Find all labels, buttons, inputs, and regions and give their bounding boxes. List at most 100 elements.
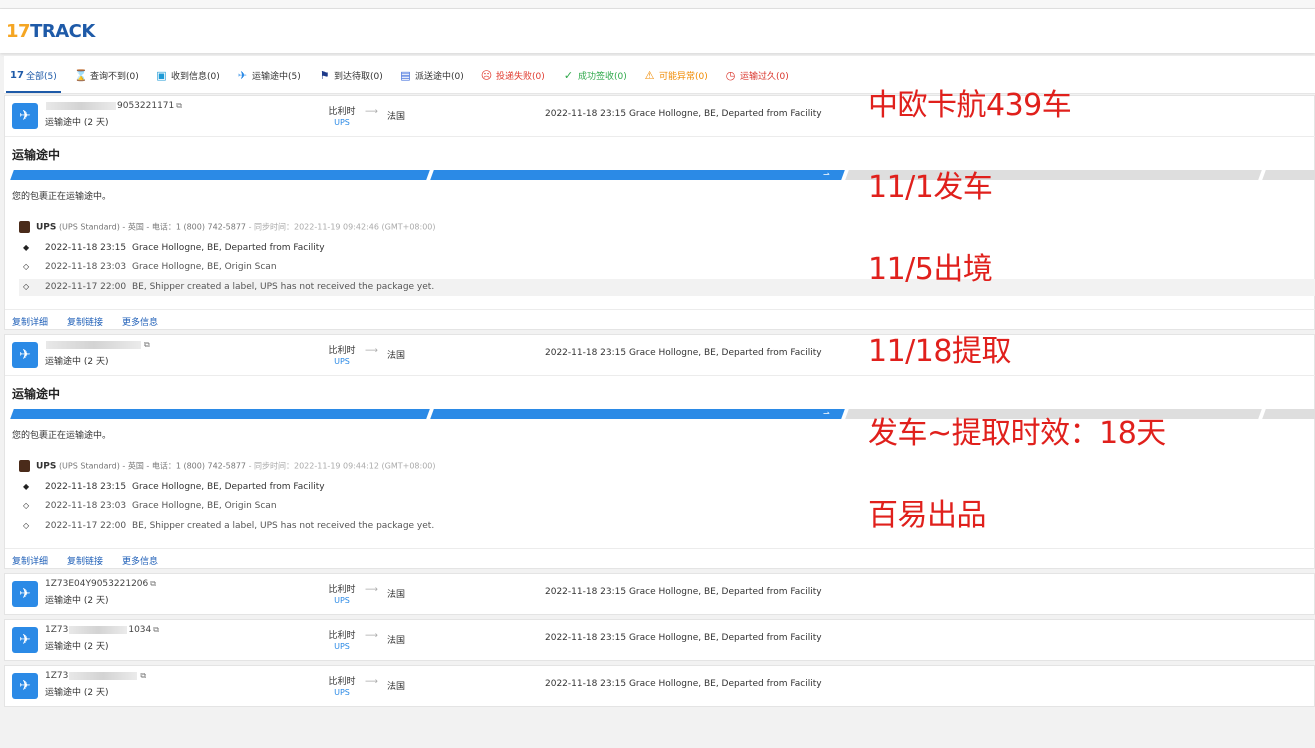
event-time: 2022-11-18 23:03 <box>45 501 127 511</box>
route-arrow-icon: ⟶ <box>365 107 378 117</box>
event-time: 2022-11-17 22:00 <box>45 521 127 531</box>
plane-icon: ✈ <box>12 627 38 653</box>
more-info-link[interactable]: 更多信息 <box>122 315 158 328</box>
tracking-event: ◇ 2022-11-17 22:00 BE, Shipper created a… <box>19 279 1315 296</box>
route-arrow-icon: ⟶ <box>365 346 378 356</box>
origin-country-label: 比利时 <box>328 107 356 117</box>
carrier-info-row: UPS (UPS Standard) - 英国 - 电话：1 (800) 742… <box>19 221 436 233</box>
copy-icon[interactable]: ⧉ <box>153 625 159 634</box>
event-time: 2022-11-18 23:03 <box>45 262 127 272</box>
route-arrow-icon: ⟶ <box>365 631 378 641</box>
carrier-link[interactable]: UPS <box>327 596 357 605</box>
carrier-link[interactable]: UPS <box>327 642 357 651</box>
17-icon: 17 <box>10 69 24 81</box>
filter-tab-alert[interactable]: ⚠ 可能异常(0) <box>643 67 708 83</box>
carrier-link[interactable]: UPS <box>327 688 357 697</box>
route-arrow-icon: ⟶ <box>365 677 378 687</box>
detail-actions: 复制详细 复制链接 更多信息 <box>5 309 1315 331</box>
filter-tab-out-for-delivery[interactable]: ▤ 派送途中(0) <box>399 67 463 83</box>
event-time: 2022-11-17 22:00 <box>45 282 127 292</box>
event-message: BE, Shipper created a label, UPS has not… <box>132 282 435 292</box>
filter-tab-info-received[interactable]: ▣ 收到信息(0) <box>155 67 220 83</box>
copy-details-link[interactable]: 复制详细 <box>12 554 48 567</box>
truck-icon: ⇀ <box>823 409 830 418</box>
event-dot-icon: ◇ <box>23 501 30 510</box>
latest-event: 2022-11-18 23:15 Grace Hollogne, BE, Dep… <box>545 348 822 358</box>
event-dot-icon: ◇ <box>23 521 30 530</box>
origin-country-label: 比利时 <box>328 346 356 356</box>
copy-icon[interactable]: ⧉ <box>150 579 156 588</box>
carrier-link[interactable]: UPS <box>327 118 357 127</box>
plane-icon: ✈ <box>12 342 38 368</box>
copy-icon[interactable]: ⧉ <box>144 340 150 349</box>
shipment-summary-row[interactable]: ✈ ⧉ 运输途中 (2 天) 比利时 UPS ⟶ 法国 2022-11-18 23… <box>5 335 1315 375</box>
copy-icon[interactable]: ⧉ <box>140 671 146 680</box>
filter-tab-label: 收到信息(0) <box>171 71 220 82</box>
shipment-card: ✈ 1Z73E04Y9053221206 ⧉ 运输途中 (2 天) 比利时 UPS … <box>4 573 1315 615</box>
filter-tab-in-transit[interactable]: ✈ 运输途中(5) <box>236 67 301 83</box>
copy-icon[interactable]: ⧉ <box>176 101 182 110</box>
tracking-event: ◆ 2022-11-18 23:15 Grace Hollogne, BE, D… <box>19 479 1315 496</box>
origin-country: 比利时 UPS <box>327 582 357 605</box>
shipment-card: ✈ 9053221171 ⧉ 运输途中 (2 天) 比利时 UPS ⟶ 法国 202… <box>4 95 1315 330</box>
copy-link-link[interactable]: 复制链接 <box>67 554 103 567</box>
destination-country: 法国 <box>387 112 406 122</box>
filter-tab-delivered[interactable]: ✓ 成功签收(0) <box>562 67 627 83</box>
progress-segment <box>1262 409 1315 419</box>
delivery-icon: ▤ <box>400 68 411 82</box>
event-message: Grace Hollogne, BE, Departed from Facili… <box>132 482 325 492</box>
event-message: Grace Hollogne, BE, Origin Scan <box>132 501 277 511</box>
filter-tab-all[interactable]: 17 全部(5) <box>6 67 61 93</box>
ups-logo-icon <box>19 221 30 233</box>
filter-tab-not-found[interactable]: ⌛ 查询不到(0) <box>74 67 139 83</box>
logo-number: 17 <box>6 21 31 42</box>
truck-icon: ⇀ <box>823 170 830 179</box>
filter-tab-label: 运输过久(0) <box>740 71 789 82</box>
redacted-number <box>69 625 128 634</box>
progress-bar: ⇀ <box>10 170 1315 180</box>
more-info-link[interactable]: 更多信息 <box>122 554 158 567</box>
ups-logo-icon <box>19 460 30 472</box>
filter-tab-undelivered[interactable]: ☹ 投递失败(0) <box>480 67 545 83</box>
filter-tab-pickup[interactable]: ⚑ 到达待取(0) <box>318 67 383 83</box>
tracking-number: ⧉ <box>45 340 150 350</box>
tracking-number: 9053221171 ⧉ <box>45 101 182 111</box>
annotation-exit: 11/5出境 <box>868 252 993 287</box>
destination-country: 法国 <box>387 590 406 600</box>
copy-link-link[interactable]: 复制链接 <box>67 315 103 328</box>
detail-actions: 复制详细 复制链接 更多信息 <box>5 548 1315 570</box>
app-logo[interactable]: 17TRACK <box>6 21 95 42</box>
annotation-transit-time: 发车~提取时效：18天 <box>868 416 1166 451</box>
shipment-detail: 运输途中 ⇀ 您的包裹正在运输途中。 UPS (UPS Standard) - … <box>5 136 1315 329</box>
destination-country: 法国 <box>387 351 406 361</box>
redacted-number <box>69 671 138 680</box>
origin-country: 比利时 UPS <box>327 628 357 651</box>
shipment-summary-row[interactable]: ✈ 9053221171 ⧉ 运输途中 (2 天) 比利时 UPS ⟶ 法国 202… <box>5 96 1315 136</box>
carrier-info: (UPS Standard) - 英国 - 电话：1 (800) 742-587… <box>58 461 247 471</box>
origin-country: 比利时 UPS <box>327 343 357 366</box>
carrier-info-row: UPS (UPS Standard) - 英国 - 电话：1 (800) 742… <box>19 460 436 472</box>
shipment-status: 运输途中 (2 天) <box>45 118 109 128</box>
event-time: 2022-11-18 23:15 <box>45 482 127 492</box>
sync-time: - 同步时间：2022-11-19 09:44:12 (GMT+08:00) <box>246 461 436 471</box>
event-message: Grace Hollogne, BE, Departed from Facili… <box>132 243 325 253</box>
shipment-summary-row[interactable]: ✈ 1Z73 1034 ⧉ 运输途中 (2 天) 比利时 UPS ⟶ 法国 2022-… <box>5 620 1315 660</box>
carrier-link[interactable]: UPS <box>327 357 357 366</box>
carrier-name[interactable]: UPS <box>36 462 56 472</box>
copy-details-link[interactable]: 复制详细 <box>12 315 48 328</box>
destination-country: 法国 <box>387 636 406 646</box>
plane-icon: ✈ <box>12 673 38 699</box>
shipment-card: ✈ 1Z73 ⧉ 运输途中 (2 天) 比利时 UPS ⟶ 法国 2022-11-1… <box>4 665 1315 707</box>
latest-event: 2022-11-18 23:15 Grace Hollogne, BE, Dep… <box>545 679 822 689</box>
event-dot-filled-icon: ◆ <box>23 482 30 491</box>
filter-tab-expired[interactable]: ◷ 运输过久(0) <box>724 67 789 83</box>
shipment-card: ✈ 1Z73 1034 ⧉ 运输途中 (2 天) 比利时 UPS ⟶ 法国 2022-… <box>4 619 1315 661</box>
shipment-status: 运输途中 (2 天) <box>45 357 109 367</box>
shipment-summary-row[interactable]: ✈ 1Z73E04Y9053221206 ⧉ 运输途中 (2 天) 比利时 UPS … <box>5 574 1315 614</box>
annotation-departure: 11/1发车 <box>868 170 993 205</box>
status-filter-tabs: 17 全部(5) ⌛ 查询不到(0) ▣ 收到信息(0) ✈ 运输途中(5) ⚑… <box>4 56 1315 94</box>
carrier-name[interactable]: UPS <box>36 223 56 233</box>
filter-tab-label: 运输途中(5) <box>252 71 301 82</box>
shipment-summary-row[interactable]: ✈ 1Z73 ⧉ 运输途中 (2 天) 比利时 UPS ⟶ 法国 2022-11-1… <box>5 666 1315 706</box>
redacted-number <box>46 101 116 110</box>
